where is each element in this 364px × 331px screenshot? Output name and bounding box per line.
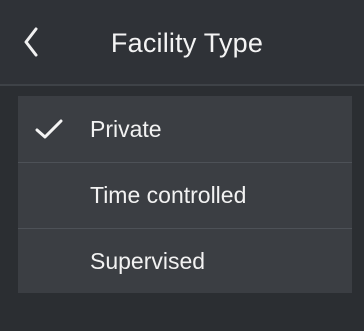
- option-time-controlled[interactable]: Time controlled: [18, 162, 352, 228]
- option-private[interactable]: Private: [18, 96, 352, 162]
- chevron-left-icon: [24, 27, 38, 57]
- option-label: Supervised: [90, 248, 206, 274]
- header-divider: [0, 84, 364, 86]
- option-label: Private: [90, 116, 162, 142]
- option-label: Time controlled: [90, 182, 247, 208]
- facility-type-screen: Facility Type Private Time controlled Su…: [0, 0, 364, 331]
- checkmark-icon: [35, 119, 63, 139]
- page-title: Facility Type: [110, 28, 264, 58]
- facility-type-options: Private Time controlled Supervised: [18, 96, 352, 293]
- header-bar: Facility Type: [0, 0, 364, 84]
- back-button[interactable]: [14, 22, 48, 62]
- option-supervised[interactable]: Supervised: [18, 228, 352, 293]
